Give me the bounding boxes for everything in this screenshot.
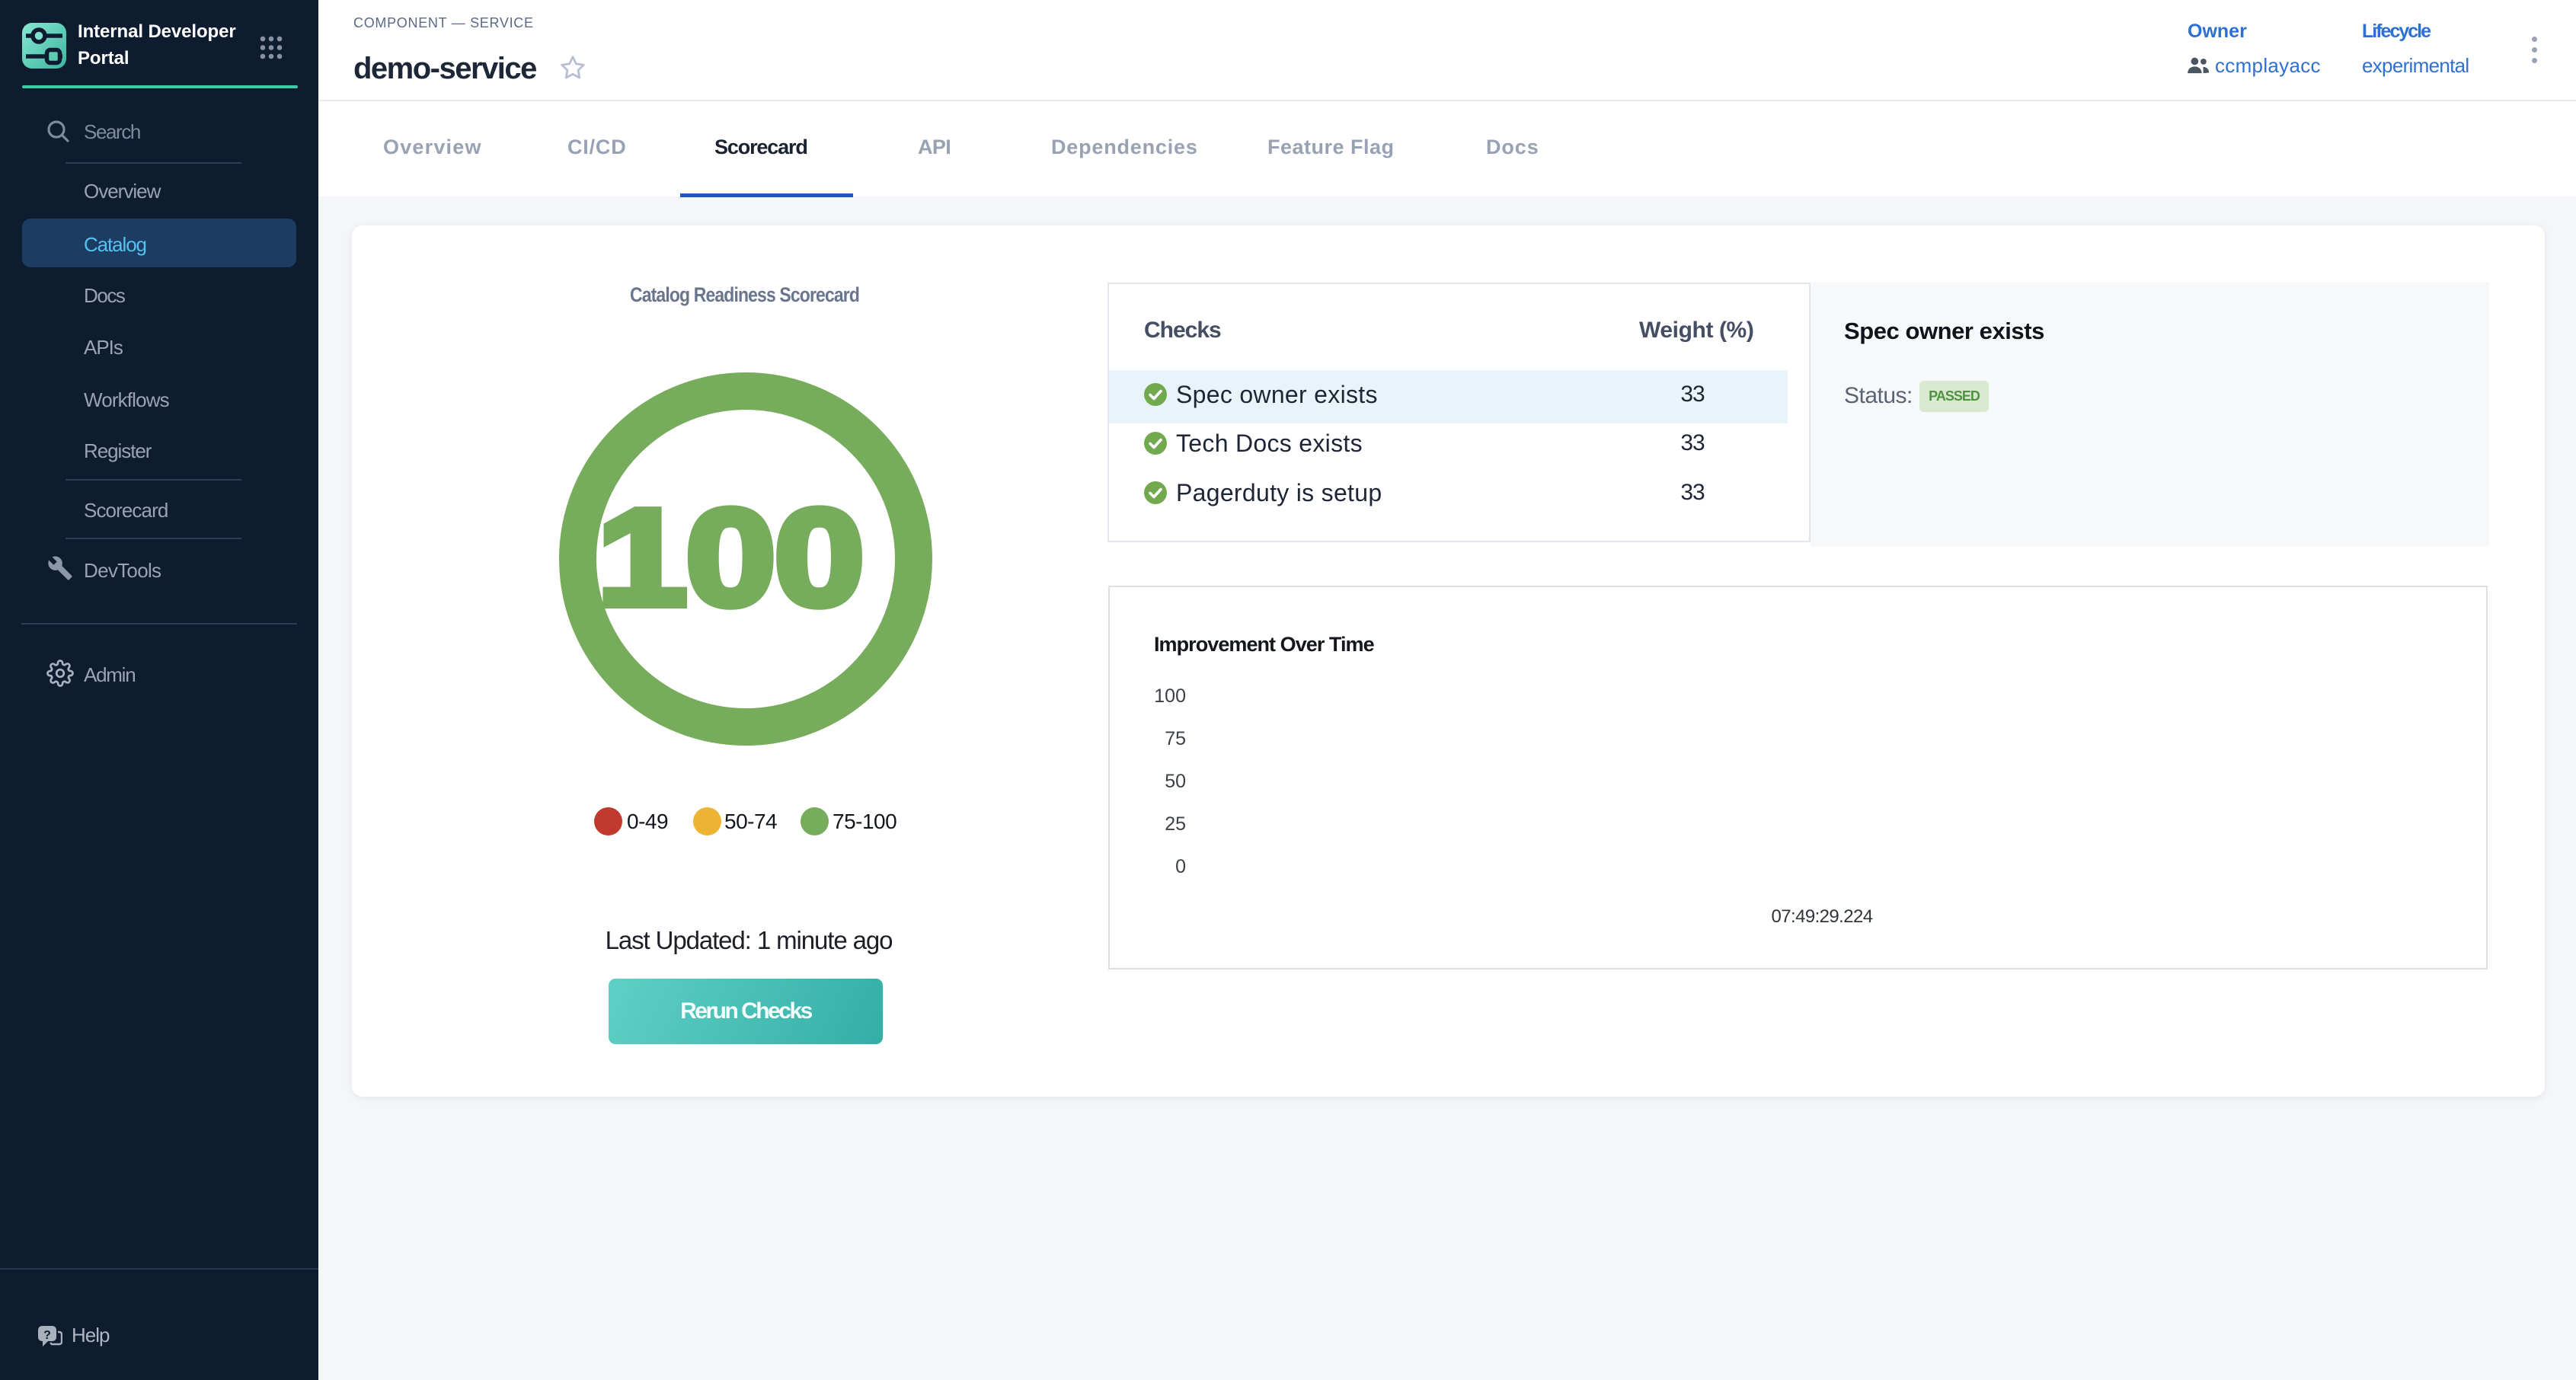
svg-text:?: ? xyxy=(43,1329,51,1342)
